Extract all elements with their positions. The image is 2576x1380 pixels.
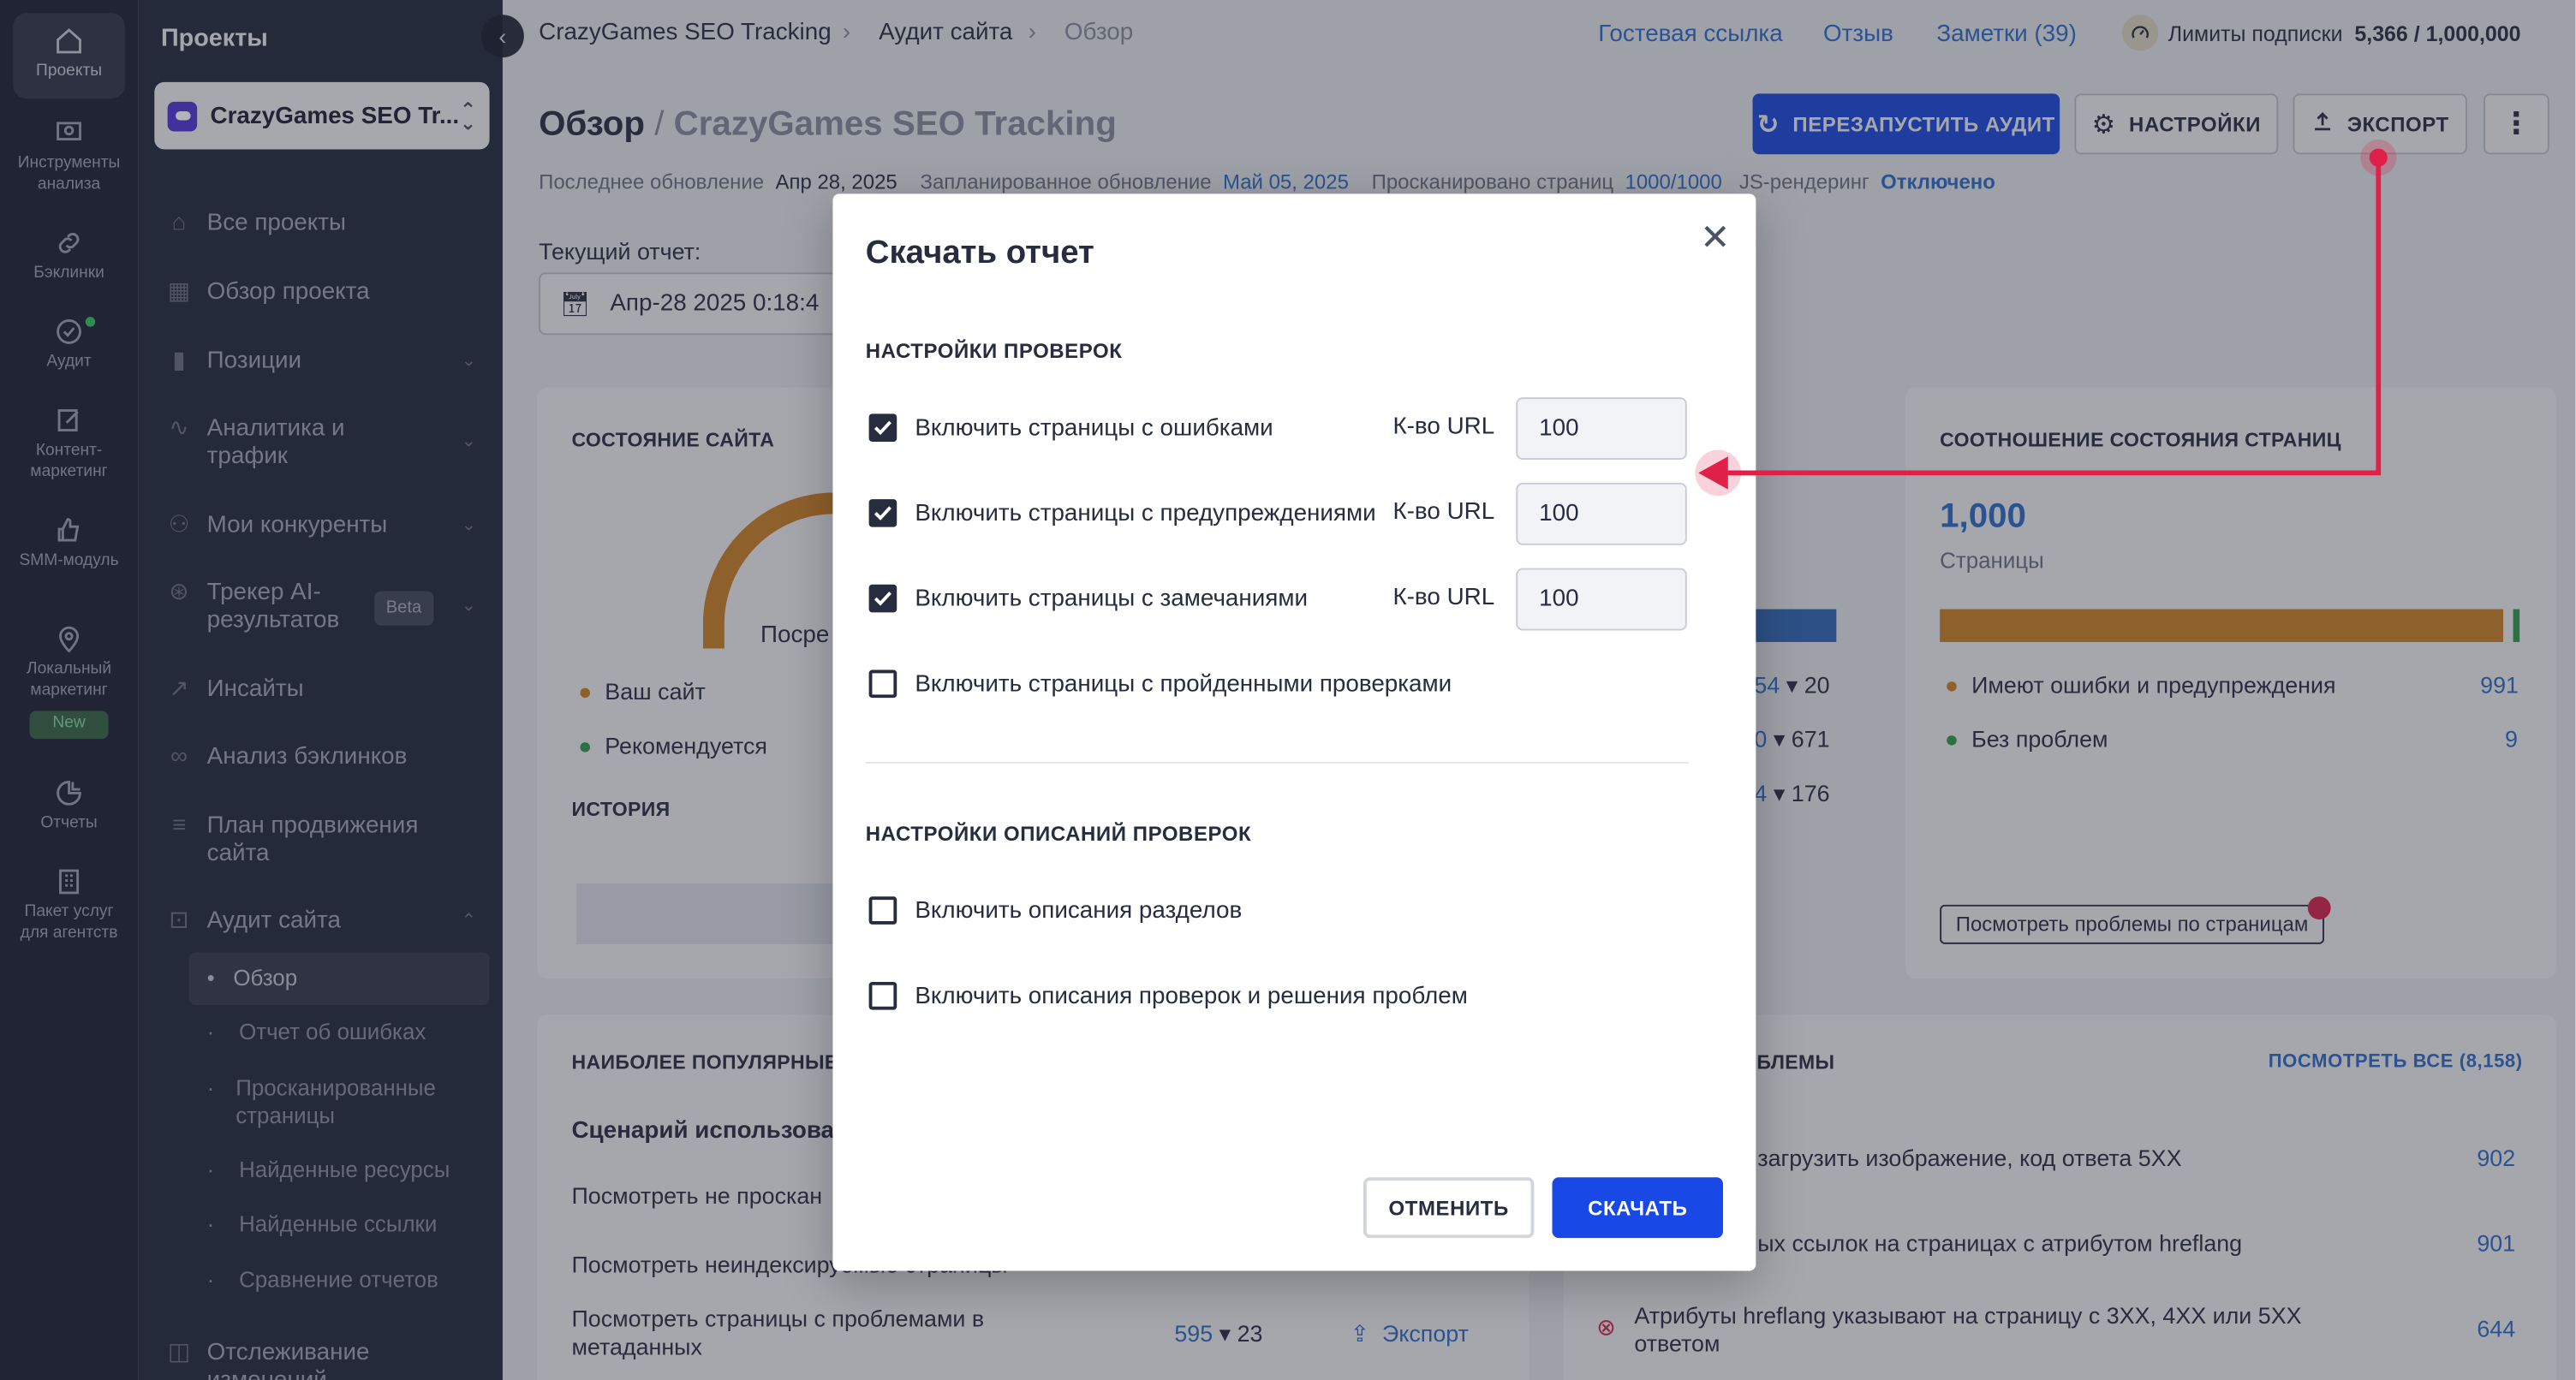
modal-backdrop-sidebar <box>0 0 503 1380</box>
check-notices-row[interactable]: Включить страницы с замечаниями <box>868 584 1308 613</box>
checkbox-unchecked-icon[interactable] <box>868 896 897 925</box>
modal-title: Скачать отчет <box>865 235 1094 271</box>
url-count-label: К-во URL <box>1392 499 1495 526</box>
close-icon[interactable]: ✕ <box>1700 217 1730 259</box>
warnings-url-count-input[interactable]: 100 <box>1516 482 1687 545</box>
modal-divider <box>865 761 1689 764</box>
check-passed-row[interactable]: Включить страницы с пройденными проверка… <box>868 669 1452 699</box>
checkbox-checked-icon[interactable] <box>868 413 897 442</box>
download-report-modal: Скачать отчет ✕ НАСТРОЙКИ ПРОВЕРОК Включ… <box>832 193 1756 1271</box>
check-errors-row[interactable]: Включить страницы с ошибками <box>868 413 1273 442</box>
cancel-button[interactable]: ОТМЕНИТЬ <box>1363 1177 1535 1239</box>
check-warnings-row[interactable]: Включить страницы с предупреждениями <box>868 499 1376 527</box>
checks-section-title: НАСТРОЙКИ ПРОВЕРОК <box>865 340 1123 363</box>
checkbox-unchecked-icon[interactable] <box>868 669 897 699</box>
errors-url-count-input[interactable]: 100 <box>1516 397 1687 461</box>
check-section-desc-row[interactable]: Включить описания разделов <box>868 896 1242 925</box>
download-button[interactable]: СКАЧАТЬ <box>1552 1177 1723 1239</box>
check-issue-desc-row[interactable]: Включить описания проверок и решения про… <box>868 981 1468 1010</box>
app-root: Проекты Инструменты анализа Бэклинки Ауд… <box>0 0 2576 1380</box>
checkbox-checked-icon[interactable] <box>868 584 897 613</box>
descriptions-section-title: НАСТРОЙКИ ОПИСАНИЙ ПРОВЕРОК <box>865 822 1252 846</box>
checkbox-unchecked-icon[interactable] <box>868 981 897 1010</box>
notices-url-count-input[interactable]: 100 <box>1516 568 1687 631</box>
checkbox-checked-icon[interactable] <box>868 499 897 527</box>
url-count-label: К-во URL <box>1392 413 1495 441</box>
url-count-label: К-во URL <box>1392 584 1495 611</box>
